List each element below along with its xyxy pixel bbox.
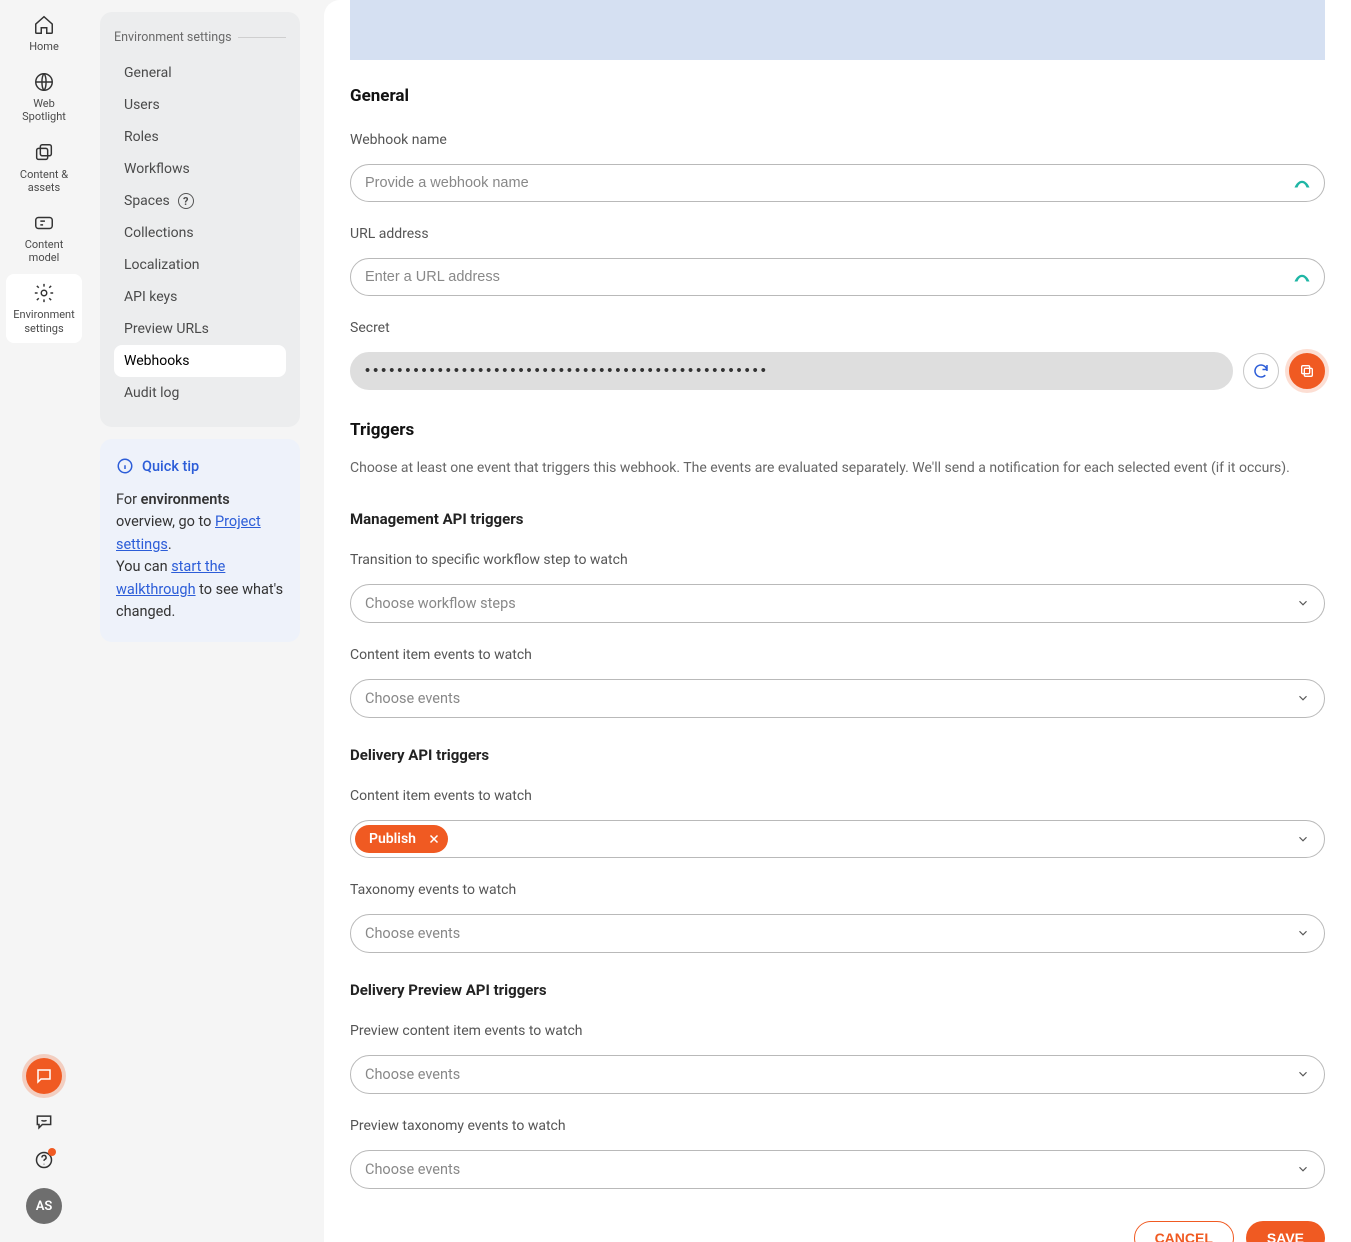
rail-content-assets-label: Content & assets <box>10 168 78 194</box>
layers-icon <box>33 142 55 164</box>
tip-header: Quick tip <box>116 457 284 475</box>
help-button[interactable] <box>34 1150 54 1170</box>
delivery-heading: Delivery API triggers <box>350 746 1325 764</box>
set-item-api-keys[interactable]: API keys <box>114 281 286 313</box>
top-banner <box>350 0 1325 60</box>
select-mgmt-workflow-ph: Choose workflow steps <box>365 595 516 612</box>
label-webhook-name: Webhook name <box>350 132 1325 148</box>
main-area: General Webhook name URL address Secret <box>324 0 1351 1242</box>
settings-card: Environment settings General Users Roles… <box>100 12 300 427</box>
nav-rail: Home Web Spotlight Content & assets Cont… <box>0 0 88 1242</box>
copy-icon <box>1299 363 1315 379</box>
label-preview-content: Preview content item events to watch <box>350 1023 1325 1039</box>
select-mgmt-events-ph: Choose events <box>365 690 460 707</box>
gear-icon <box>33 282 55 304</box>
rail-content-model[interactable]: Content model <box>6 204 82 272</box>
avatar[interactable]: AS <box>26 1188 62 1224</box>
info-icon <box>116 457 134 475</box>
set-item-workflows[interactable]: Workflows <box>114 153 286 185</box>
feedback-button[interactable] <box>34 1112 54 1132</box>
rail-env-settings-label: Environment settings <box>10 308 78 334</box>
secret-input <box>350 352 1233 390</box>
chevron-down-icon <box>1296 1067 1310 1081</box>
notification-dot <box>48 1148 56 1156</box>
label-preview-taxonomy: Preview taxonomy events to watch <box>350 1118 1325 1134</box>
webhook-name-input[interactable] <box>350 164 1325 202</box>
chevron-down-icon <box>1296 596 1310 610</box>
close-icon <box>428 833 440 845</box>
select-mgmt-workflow[interactable]: Choose workflow steps <box>350 584 1325 623</box>
page-body: General Webhook name URL address Secret <box>350 60 1325 1242</box>
select-preview-content[interactable]: Choose events <box>350 1055 1325 1094</box>
set-item-webhooks[interactable]: Webhooks <box>114 345 286 377</box>
settings-panel: Environment settings General Users Roles… <box>88 0 312 1242</box>
chip-publish: Publish <box>355 825 448 853</box>
regenerate-secret-button[interactable] <box>1243 353 1279 389</box>
set-item-collections[interactable]: Collections <box>114 217 286 249</box>
select-mgmt-events[interactable]: Choose events <box>350 679 1325 718</box>
label-delivery-taxonomy: Taxonomy events to watch <box>350 882 1325 898</box>
set-item-general[interactable]: General <box>114 57 286 89</box>
globe-icon <box>33 71 55 93</box>
rail-content-model-label: Content model <box>10 238 78 264</box>
brand-icon <box>1293 177 1311 189</box>
chevron-down-icon <box>1296 926 1310 940</box>
copy-secret-button[interactable] <box>1289 353 1325 389</box>
tip-heading: Quick tip <box>142 458 199 475</box>
cancel-button[interactable]: CANCEL <box>1134 1221 1234 1242</box>
brand-icon <box>1293 271 1311 283</box>
chat-icon <box>35 1067 53 1085</box>
set-item-spaces[interactable]: Spaces ? <box>114 185 286 217</box>
set-item-preview-urls[interactable]: Preview URLs <box>114 313 286 345</box>
chip-remove-button[interactable] <box>428 833 440 845</box>
select-delivery-taxonomy-ph: Choose events <box>365 925 460 942</box>
intercom-button[interactable] <box>26 1058 62 1094</box>
label-delivery-content: Content item events to watch <box>350 788 1325 804</box>
set-item-users[interactable]: Users <box>114 89 286 121</box>
rail-home[interactable]: Home <box>6 6 82 61</box>
select-delivery-taxonomy[interactable]: Choose events <box>350 914 1325 953</box>
rail-content-assets[interactable]: Content & assets <box>6 134 82 202</box>
label-mgmt-workflow: Transition to specific workflow step to … <box>350 552 1325 568</box>
section-general: General <box>350 86 1325 106</box>
rail-web-spotlight[interactable]: Web Spotlight <box>6 63 82 131</box>
save-button[interactable]: SAVE <box>1246 1221 1325 1242</box>
rail-environment-settings[interactable]: Environment settings <box>6 274 82 342</box>
set-item-roles[interactable]: Roles <box>114 121 286 153</box>
mgmt-heading: Management API triggers <box>350 510 1325 528</box>
help-badge-icon[interactable]: ? <box>178 193 194 209</box>
rail-web-spotlight-label: Web Spotlight <box>10 97 78 123</box>
select-delivery-content[interactable]: Publish <box>350 820 1325 858</box>
model-icon <box>33 212 55 234</box>
settings-title: Environment settings <box>114 30 286 45</box>
chip-publish-label: Publish <box>369 831 416 847</box>
label-url: URL address <box>350 226 1325 242</box>
tip-card: Quick tip For environments overview, go … <box>100 439 300 642</box>
set-item-spaces-label: Spaces <box>124 193 170 209</box>
chevron-down-icon <box>1296 832 1310 846</box>
select-preview-taxonomy-ph: Choose events <box>365 1161 460 1178</box>
footer-actions: CANCEL SAVE <box>350 1221 1325 1242</box>
refresh-icon <box>1252 362 1270 380</box>
select-preview-content-ph: Choose events <box>365 1066 460 1083</box>
rail-home-label: Home <box>29 40 59 53</box>
triggers-description: Choose at least one event that triggers … <box>350 458 1325 480</box>
url-input[interactable] <box>350 258 1325 296</box>
label-secret: Secret <box>350 320 1325 336</box>
set-item-audit-log[interactable]: Audit log <box>114 377 286 409</box>
label-mgmt-events: Content item events to watch <box>350 647 1325 663</box>
home-icon <box>33 14 55 36</box>
set-item-localization[interactable]: Localization <box>114 249 286 281</box>
chevron-down-icon <box>1296 1162 1310 1176</box>
preview-heading: Delivery Preview API triggers <box>350 981 1325 999</box>
tip-body: For environments overview, go to Project… <box>116 489 284 624</box>
select-preview-taxonomy[interactable]: Choose events <box>350 1150 1325 1189</box>
feedback-icon <box>34 1112 54 1132</box>
section-triggers: Triggers <box>350 420 1325 440</box>
chevron-down-icon <box>1296 691 1310 705</box>
